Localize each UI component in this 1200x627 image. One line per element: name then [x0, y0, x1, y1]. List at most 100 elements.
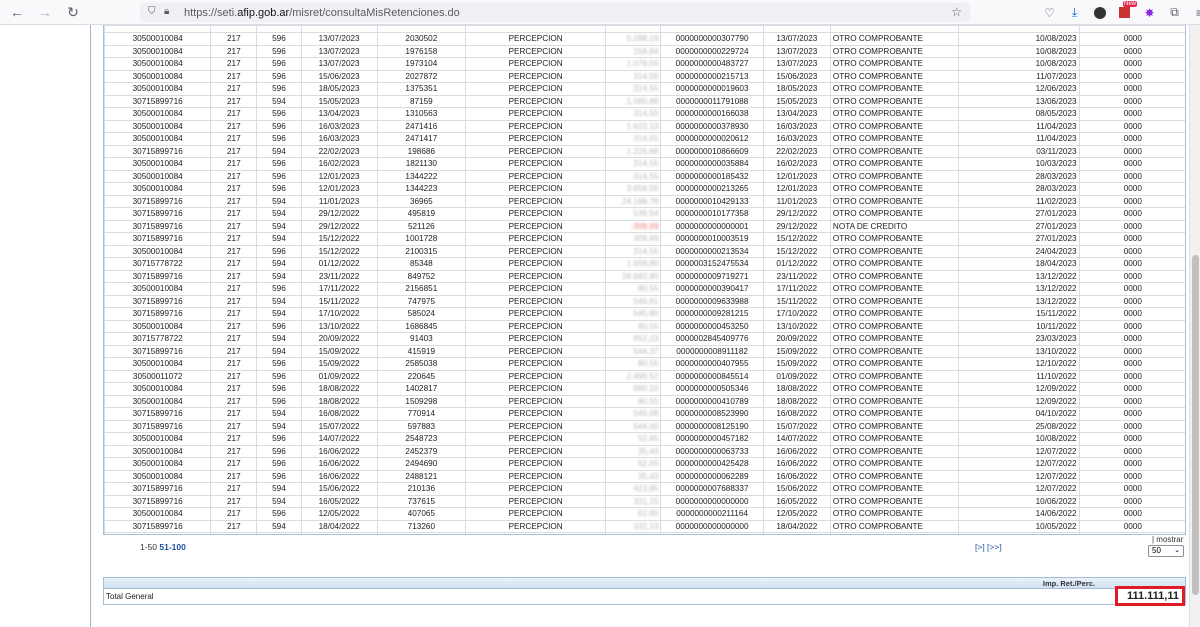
cell-fecha-retencion: 15/05/2023: [300, 94, 378, 108]
cell-impuesto: 217: [210, 207, 258, 221]
page-size-select[interactable]: 50 ⌄: [1148, 545, 1184, 557]
cell-nro-certificado: 36965: [376, 194, 466, 208]
cell-estado: 0000: [1078, 132, 1185, 146]
cell-impuesto: 217: [210, 394, 258, 408]
cell-nro-comprobante: 0000000009719271: [660, 269, 764, 283]
cell-estado: 0000: [1078, 57, 1185, 71]
extension-new-icon[interactable]: New: [1115, 1, 1137, 22]
cell-fecha-comprobante: 17/11/2022: [762, 282, 831, 296]
cell-regimen: 596: [256, 369, 302, 383]
cell-tipo-comprobante: OTRO COMPROBANTE: [829, 469, 960, 483]
url-text[interactable]: https://seti.afip.gob.ar/misret/consulta…: [184, 7, 460, 19]
cell-estado: 0000: [1078, 507, 1185, 521]
cell-descripcion: PERCEPCION: [464, 382, 607, 396]
cell-estado: 0000: [1078, 32, 1185, 46]
cell-nro-comprobante: 0000000000425428: [660, 457, 764, 471]
cell-fecha-retencion: 15/12/2022: [300, 244, 378, 258]
extension-purple-icon[interactable]: ✸: [1140, 3, 1159, 22]
cell-fecha-registracion: 10/05/2022: [958, 519, 1080, 533]
cell-nro-certificado: 1310563: [376, 107, 466, 121]
cell-nro-certificado: 87159: [376, 94, 466, 108]
cell-cuit: 30500010084: [104, 469, 212, 483]
cell-tipo-comprobante: OTRO COMPROBANTE: [829, 182, 960, 196]
extensions-puzzle-icon[interactable]: ⧉: [1165, 3, 1184, 22]
totals-table: Imp. Ret./Perc. Total General 111.111,11: [103, 577, 1186, 606]
cell-nro-certificado: 737615: [376, 494, 466, 508]
page-next-links[interactable]: [>] [>>]: [975, 542, 1002, 552]
cell-impuesto: 217: [210, 119, 258, 133]
cell-tipo-comprobante: OTRO COMPROBANTE: [829, 169, 960, 183]
cell-fecha-comprobante: 15/11/2022: [762, 294, 831, 308]
table-row: 30500010084 217 596 18/08/2022 1509298 PERCEP…: [104, 394, 1185, 408]
cell-estado: 0000: [1078, 394, 1185, 408]
cell-regimen: 596: [256, 69, 302, 83]
cell-estado: 0000: [1078, 407, 1185, 421]
account-icon[interactable]: [1090, 3, 1109, 22]
cell-fecha-retencion: 16/06/2022: [300, 469, 378, 483]
cell-monto: 544,00: [605, 419, 662, 433]
retenciones-table: 30500010084 217 596 13/07/2023 2030502 PERCEP…: [104, 25, 1185, 534]
cell-nro-comprobante: 0000000000000000: [660, 494, 764, 508]
bookmark-star-icon[interactable]: ☆: [951, 5, 962, 19]
table-row: 30500010084 217 596 16/06/2022 2452379 PERCEP…: [104, 444, 1185, 458]
cell-fecha-comprobante: 16/05/2022: [762, 494, 831, 508]
cell-monto: 1.622,13: [605, 119, 662, 133]
cell-descripcion: PERCEPCION: [464, 157, 607, 171]
cell-nro-certificado: 210136: [376, 482, 466, 496]
cell-tipo-comprobante: OTRO COMPROBANTE: [829, 132, 960, 146]
cell-fecha-retencion: 13/10/2022: [300, 319, 378, 333]
reload-icon[interactable]: ↻: [62, 1, 84, 23]
cell-descripcion: PERCEPCION: [464, 519, 607, 533]
forward-icon[interactable]: →: [34, 1, 56, 23]
cell-descripcion: PERCEPCION: [464, 532, 607, 534]
cell-descripcion: PERCEPCION: [464, 69, 607, 83]
vertical-scrollbar[interactable]: [1189, 25, 1200, 627]
cell-estado: 0000: [1078, 182, 1185, 196]
table-row: 30715899716 217 594 29/12/2022 521126 PERCEPC…: [104, 219, 1185, 233]
cell-nro-certificado: 585024: [376, 307, 466, 321]
cell-cuit: 30500010084: [104, 357, 212, 371]
table-row: 30500010084 217 596 12/05/2022 407065 PERCEPC…: [104, 507, 1185, 521]
lock-icon[interactable]: 🔒︎: [164, 6, 169, 17]
cell-estado: 0000: [1078, 307, 1185, 321]
cell-fecha-comprobante: 12/01/2023: [762, 169, 831, 183]
cell-estado: 0000: [1078, 94, 1185, 108]
table-row: 30715899716 217 594 15/06/2022 210136 PERCEPC…: [104, 482, 1185, 496]
cell-fecha-retencion: 16/05/2022: [300, 494, 378, 508]
cell-monto: 28.683,80: [605, 269, 662, 283]
cell-cuit: 30715899716: [104, 419, 212, 433]
scrollbar-thumb[interactable]: [1192, 255, 1199, 595]
cell-descripcion: PERCEPCION: [464, 332, 607, 346]
cell-fecha-registracion: 10/06/2022: [958, 494, 1080, 508]
cell-nro-comprobante: 0000000000453250: [660, 319, 764, 333]
cell-estado: 0000: [1078, 257, 1185, 271]
cell-fecha-comprobante: 15/07/2022: [762, 419, 831, 433]
cell-impuesto: 217: [210, 457, 258, 471]
cell-estado: 0000: [1078, 157, 1185, 171]
cell-fecha-retencion: 13/04/2022: [300, 532, 378, 534]
cell-nro-certificado: 1821130: [376, 157, 466, 171]
cell-impuesto: 217: [210, 507, 258, 521]
download-icon[interactable]: ⤓: [1065, 3, 1084, 22]
cell-fecha-registracion: 11/04/2023: [958, 119, 1080, 133]
cell-fecha-registracion: 28/03/2023: [958, 169, 1080, 183]
cell-descripcion: PERCEPCION: [464, 444, 607, 458]
pocket-icon[interactable]: ♡: [1040, 3, 1059, 22]
menu-icon[interactable]: ≡: [1190, 3, 1200, 22]
cell-nro-certificado: 495819: [376, 207, 466, 221]
cell-nro-comprobante: 0000000000063733: [660, 444, 764, 458]
cell-regimen: 594: [256, 407, 302, 421]
shield-icon[interactable]: ⛉: [148, 6, 156, 17]
cell-tipo-comprobante: OTRO COMPROBANTE: [829, 269, 960, 283]
cell-descripcion: PERCEPCION: [464, 32, 607, 46]
cell-estado: 0000: [1078, 282, 1185, 296]
cell-monto: 544,37: [605, 344, 662, 358]
cell-tipo-comprobante: OTRO COMPROBANTE: [829, 507, 960, 521]
page-range-next-link[interactable]: 51-100: [159, 542, 185, 552]
address-bar[interactable]: ⛉ 🔒︎ https://seti.afip.gob.ar/misret/con…: [140, 3, 970, 22]
cell-regimen: 596: [256, 107, 302, 121]
cell-fecha-comprobante: 12/01/2023: [762, 182, 831, 196]
back-icon[interactable]: ←: [6, 1, 28, 23]
cell-regimen: 596: [256, 82, 302, 96]
cell-tipo-comprobante: OTRO COMPROBANTE: [829, 94, 960, 108]
